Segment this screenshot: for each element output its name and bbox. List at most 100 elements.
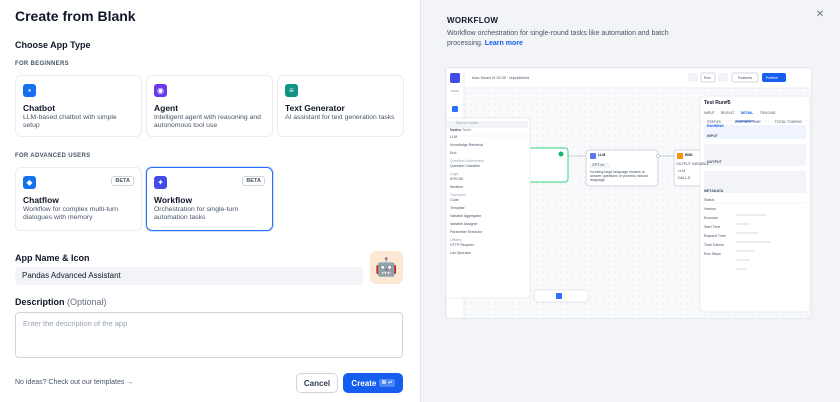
preview-metadata-list: Status Version Executor Start Time Elaps… xyxy=(704,196,802,259)
preview-node-item: Knowledge Retrieval xyxy=(450,143,483,147)
preview-end-title: END xyxy=(685,153,693,157)
preview-run-tab: RESULT xyxy=(720,111,735,115)
preview-run-tab: DETAIL xyxy=(740,111,754,115)
preview-run-title: Test Run#5 xyxy=(704,100,731,106)
preview-status-value: RUNNING xyxy=(707,124,724,128)
advanced-label: FOR ADVANCED USERS xyxy=(15,153,91,159)
preview-metadata-label: METADATA xyxy=(704,189,724,193)
preview-llm-model: GPT-4o xyxy=(592,163,605,167)
card-name: Chatbot xyxy=(23,103,56,113)
preview-node-item: Parameter Extractor xyxy=(450,230,483,234)
preview-llm-title: LLM xyxy=(598,153,606,157)
preview-node-item: Variable Assigner xyxy=(450,222,478,226)
preview-tokens-label: TOTAL TOKENS xyxy=(774,120,802,124)
preview-run-panel: Test Run#5 INPUT RESULT DETAIL TRACING S… xyxy=(704,100,802,259)
preview-meta-row: Status xyxy=(704,198,715,202)
description-optional: (Optional) xyxy=(67,297,107,307)
preview-meta-row: Elapsed Time xyxy=(704,234,726,238)
preview-node-tabs: Nodes Tools xyxy=(450,128,530,132)
preview-desc-text: Workflow orchestration for single-round … xyxy=(447,30,669,48)
app-type-heading: Choose App Type xyxy=(15,40,91,50)
preview-run-tab: INPUT xyxy=(704,111,715,115)
dialog-title: Create from Blank xyxy=(15,8,136,24)
preview-llm-desc: Invoking large language models to answer… xyxy=(590,170,648,182)
card-name: Agent xyxy=(154,103,179,113)
preview-output-label: OUTPUT xyxy=(707,160,722,164)
preview-elapsed-label: ELAPSED TIME xyxy=(734,120,761,124)
card-name: Workflow xyxy=(154,195,193,205)
create-app-dialog: Create from Blank Choose App Type FOR BE… xyxy=(0,0,840,402)
preview-node-item: IF/ELSE xyxy=(450,177,464,181)
preview-node-item: Iteration xyxy=(450,185,463,189)
create-button-label: Create xyxy=(351,378,377,388)
workflow-icon: ✦ xyxy=(154,176,167,189)
card-desc: Orchestration for single-turn automation… xyxy=(154,206,239,222)
app-type-card-text-generator[interactable]: ≡ Text Generator AI assistant for text g… xyxy=(277,75,404,137)
templates-link[interactable]: No ideas? Check out our templates → xyxy=(15,379,133,386)
preview-meta-row: Start Time xyxy=(704,225,721,229)
beginners-label: FOR BEGINNERS xyxy=(15,61,69,67)
arrow-right-icon: → xyxy=(126,379,134,386)
robot-icon: 🤖 xyxy=(375,257,398,277)
preview-node-group: Logic xyxy=(450,172,459,176)
app-name-label: App Name & Icon xyxy=(15,253,90,263)
preview-node-item: End xyxy=(450,151,457,155)
preview-topbar-title: Auto-Saved 21:02:35 · Unpublished xyxy=(472,76,529,80)
app-icon-picker[interactable]: 🤖 xyxy=(370,251,403,284)
preview-node-search: Search nodes... xyxy=(456,121,482,125)
close-icon[interactable]: ✕ xyxy=(813,8,827,22)
card-desc: AI assistant for text generation tasks xyxy=(285,114,395,121)
workflow-preview-image: Auto-Saved 21:02:35 · Unpublished Run Fe… xyxy=(445,67,812,319)
preview-input-label: INPUT xyxy=(707,134,718,138)
card-desc: LLM-based chatbot with simple setup xyxy=(23,114,117,130)
preview-node-item: HTTP Request xyxy=(450,243,474,247)
description-label: Description (Optional) xyxy=(15,297,107,307)
preview-node-group: Utilities xyxy=(450,238,462,242)
preview-node-item: Question Classifier xyxy=(450,164,481,168)
preview-tab-nodes: Nodes xyxy=(450,128,461,132)
chatbot-icon: ▪ xyxy=(23,84,36,97)
app-type-card-chatbot[interactable]: ▪ Chatbot LLM-based chatbot with simple … xyxy=(15,75,142,137)
app-type-card-workflow[interactable]: ✦ BETA Workflow Orchestration for single… xyxy=(146,167,273,231)
preview-publish-button: Publish xyxy=(766,76,778,80)
description-input[interactable]: Enter the description of the app xyxy=(15,312,403,358)
preview-end-l2: LLM xyxy=(678,169,685,173)
preview-run-tabs: INPUT RESULT DETAIL TRACING xyxy=(704,111,802,115)
preview-meta-row: Run Steps xyxy=(704,252,721,256)
shortcut-hint: ⌘ ↵ xyxy=(379,379,395,387)
text-generator-icon: ≡ xyxy=(285,84,298,97)
preview-node-panel: Search nodes... Nodes Tools LLM Knowledg… xyxy=(450,121,530,255)
preview-run-tab: TRACING xyxy=(759,111,776,115)
preview-node-item: Template xyxy=(450,206,465,210)
app-type-card-chatflow[interactable]: ◆ BETA Chatflow Workflow for complex mul… xyxy=(15,167,142,231)
preview-end-l3: DALL-E xyxy=(678,176,691,180)
app-type-card-agent[interactable]: ◉ Agent Intelligent agent with reasoning… xyxy=(146,75,273,137)
agent-icon: ◉ xyxy=(154,84,167,97)
preview-node-item: LLM xyxy=(450,135,457,139)
preview-tab-tools: Tools xyxy=(461,128,472,132)
preview-meta-row: Version xyxy=(704,207,716,211)
templates-link-text: No ideas? Check out our templates xyxy=(15,379,125,386)
preview-heading: WORKFLOW xyxy=(447,16,499,25)
preview-node-item: Variable Aggregator xyxy=(450,214,482,218)
left-pane: Create from Blank Choose App Type FOR BE… xyxy=(0,0,420,402)
chatflow-icon: ◆ xyxy=(23,176,36,189)
card-desc: Workflow for complex multi-turn dialogue… xyxy=(23,206,119,222)
card-name: Text Generator xyxy=(285,103,345,113)
description-label-text: Description xyxy=(15,297,65,307)
preview-node-item: List Operator xyxy=(450,251,471,255)
learn-more-link[interactable]: Learn more xyxy=(485,40,523,47)
preview-node-group: Transform xyxy=(450,193,467,197)
create-button[interactable]: Create ⌘ ↵ xyxy=(343,373,403,393)
cancel-button[interactable]: Cancel xyxy=(296,373,338,393)
card-name: Chatflow xyxy=(23,195,59,205)
preview-meta-row: Executor xyxy=(704,216,719,220)
preview-meta-row: Total Tokens xyxy=(704,243,724,247)
beta-badge: BETA xyxy=(111,176,134,186)
card-desc: Intelligent agent with reasoning and aut… xyxy=(154,114,261,130)
preview-node-item: Code xyxy=(450,198,459,202)
beta-badge: BETA xyxy=(242,176,265,186)
preview-run-button: Run xyxy=(704,76,711,80)
preview-features-button: Features xyxy=(738,76,753,80)
app-name-input[interactable]: Pandas Advanced Assistant xyxy=(15,267,363,285)
